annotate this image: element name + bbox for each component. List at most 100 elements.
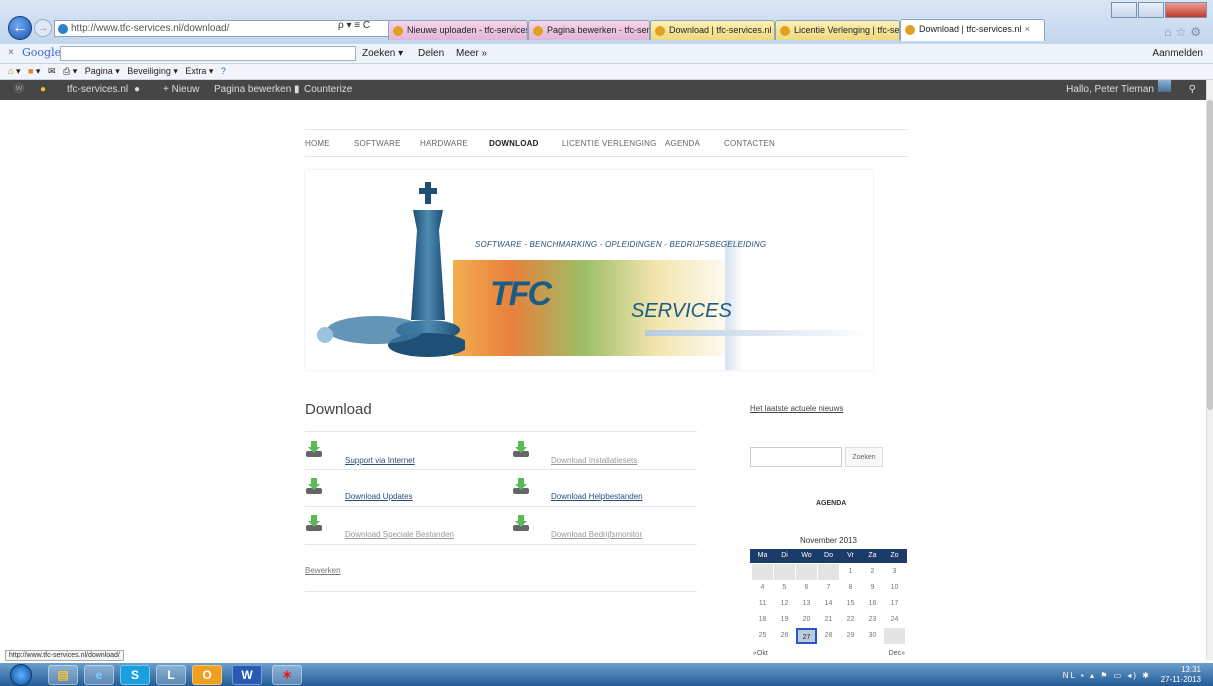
comments-icon[interactable]: ●	[134, 80, 140, 100]
address-search-refresh[interactable]: ρ ▾ ≡ C	[338, 20, 370, 31]
news-link[interactable]: Het laatste actuele nieuws	[750, 404, 843, 413]
nav-hardware[interactable]: HARDWARE	[420, 139, 468, 148]
edit-link[interactable]: Bewerken	[305, 566, 341, 575]
nav-home[interactable]: HOME	[305, 139, 330, 148]
nav-licentie[interactable]: LICENTIE VERLENGING	[562, 139, 657, 148]
calendar-day[interactable]: 2	[862, 564, 883, 580]
calendar-day[interactable]: 13	[796, 596, 817, 612]
wp-edit-page[interactable]: Pagina bewerken	[214, 80, 291, 100]
nav-contacten[interactable]: CONTACTEN	[724, 139, 775, 148]
explorer-taskbar-icon[interactable]: ▤	[48, 665, 78, 685]
cmd-extra[interactable]: Extra ▾	[185, 66, 213, 76]
browser-tab[interactable]: Licentie Verlenging | tfc-servic...	[775, 20, 900, 40]
calendar-day[interactable]: 22	[840, 612, 861, 628]
forward-button[interactable]: →	[34, 19, 52, 37]
calendar-day[interactable]: 4	[752, 580, 773, 596]
home-icon[interactable]: ⌂	[8, 66, 13, 76]
nav-software[interactable]: SOFTWARE	[354, 139, 401, 148]
minimize-button[interactable]	[1111, 2, 1137, 18]
calendar-day[interactable]: 24	[884, 612, 905, 628]
calendar-day[interactable]: 12	[774, 596, 795, 612]
download-link[interactable]: Support via Internet	[345, 456, 415, 465]
mail-icon[interactable]: ✉	[48, 66, 56, 76]
google-more-button[interactable]: Meer »	[456, 48, 487, 59]
calendar-day[interactable]: 10	[884, 580, 905, 596]
signin-link[interactable]: Aanmelden	[1152, 48, 1203, 59]
ie-taskbar-icon[interactable]: e	[84, 665, 114, 685]
help-icon[interactable]: ?	[221, 66, 226, 76]
calendar-day[interactable]: 25	[752, 628, 773, 644]
calendar-day[interactable]: 8	[840, 580, 861, 596]
calendar-day[interactable]: 6	[796, 580, 817, 596]
calendar-day[interactable]: 23	[862, 612, 883, 628]
scrollbar-thumb[interactable]	[1207, 100, 1213, 410]
wordpress-icon[interactable]: Ⓦ	[14, 80, 24, 100]
maximize-button[interactable]	[1138, 2, 1164, 18]
calendar-day[interactable]: 28	[818, 628, 839, 644]
wp-counterize[interactable]: Counterize	[304, 80, 352, 100]
ie-icon	[780, 26, 790, 36]
calendar-day[interactable]: 1	[840, 564, 861, 580]
google-search-button[interactable]: Zoeken ▾	[362, 48, 403, 59]
calendar-day[interactable]: 14	[818, 596, 839, 612]
calendar-day[interactable]: 19	[774, 612, 795, 628]
search-input[interactable]	[750, 447, 842, 467]
download-link[interactable]: Download Bedrijfsmonitor	[551, 530, 642, 539]
calendar-day[interactable]: 29	[840, 628, 861, 644]
close-toolbar-icon[interactable]: ×	[8, 47, 14, 58]
calendar-day[interactable]: 27	[796, 628, 817, 644]
calendar-day[interactable]: 5	[774, 580, 795, 596]
cmd-beveiliging[interactable]: Beveiliging ▾	[127, 66, 178, 76]
calendar-day[interactable]: 17	[884, 596, 905, 612]
browser-tab-active[interactable]: Download | tfc-services.nl ×	[900, 19, 1045, 41]
app-taskbar-icon[interactable]: L	[156, 665, 186, 685]
cmd-pagina[interactable]: Pagina ▾	[85, 66, 120, 76]
calendar-weekdays: Ma Di Wo Do Vr Za Zo	[750, 549, 907, 563]
download-link[interactable]: Download Updates	[345, 492, 413, 501]
download-link[interactable]: Download Speciale Bestanden	[345, 530, 454, 539]
browser-toolbar-icons[interactable]: ⌂☆⚙	[1164, 25, 1205, 39]
calendar-day[interactable]: 9	[862, 580, 883, 596]
calendar-day[interactable]: 30	[862, 628, 883, 644]
tray-icons[interactable]: NL ▪ ▴ ⚑ ▭ ◂) ✱	[1063, 671, 1151, 680]
search-button[interactable]: Zoeken	[845, 447, 883, 467]
clock[interactable]: 13:31 27-11-2013	[1161, 665, 1201, 685]
app-taskbar-icon[interactable]: ✶	[272, 665, 302, 685]
nav-agenda[interactable]: AGENDA	[665, 139, 700, 148]
browser-tab[interactable]: Download | tfc-services.nl	[650, 20, 775, 40]
wp-greeting[interactable]: Hallo, Peter Tieman	[1066, 80, 1154, 100]
back-button[interactable]: ←	[8, 16, 32, 40]
calendar-day[interactable]: 7	[818, 580, 839, 596]
nav-download[interactable]: DOWNLOAD	[489, 139, 539, 148]
browser-tab[interactable]: Nieuwe uploaden - tfc-services...	[388, 20, 528, 40]
word-taskbar-icon[interactable]: W	[232, 665, 262, 685]
google-search-input[interactable]	[60, 46, 356, 61]
agenda-title: AGENDA	[816, 500, 847, 507]
browser-tab[interactable]: Pagina bewerken - tfc-services...	[528, 20, 650, 40]
calendar-day[interactable]: 21	[818, 612, 839, 628]
download-link[interactable]: Download Installatiesets	[551, 456, 637, 465]
feeds-icon[interactable]: ■	[28, 66, 33, 76]
ie-icon	[533, 26, 543, 36]
tab-close-icon[interactable]: ×	[1025, 20, 1030, 39]
calendar-day[interactable]: 18	[752, 612, 773, 628]
close-window-button[interactable]	[1165, 2, 1207, 18]
calendar-day[interactable]: 3	[884, 564, 905, 580]
calendar-day[interactable]: 26	[774, 628, 795, 644]
search-icon[interactable]: ⚲	[1189, 80, 1196, 100]
calendar-next-link[interactable]: Dec»	[889, 650, 905, 657]
calendar-day[interactable]: 15	[840, 596, 861, 612]
wp-new-button[interactable]: + Nieuw	[163, 80, 199, 100]
google-share-button[interactable]: Delen	[418, 48, 444, 59]
start-button[interactable]	[10, 664, 32, 686]
calendar-day[interactable]: 11	[752, 596, 773, 612]
download-link[interactable]: Download Helpbestanden	[551, 492, 643, 501]
calendar-day[interactable]: 16	[862, 596, 883, 612]
calendar-day[interactable]: 20	[796, 612, 817, 628]
outlook-taskbar-icon[interactable]: O	[192, 665, 222, 685]
calendar-prev-link[interactable]: «Okt	[753, 650, 768, 657]
download-icon	[306, 441, 322, 457]
wp-site-name[interactable]: tfc-services.nl	[67, 80, 128, 100]
skype-taskbar-icon[interactable]: S	[120, 665, 150, 685]
print-icon[interactable]: ⎙	[63, 66, 70, 76]
